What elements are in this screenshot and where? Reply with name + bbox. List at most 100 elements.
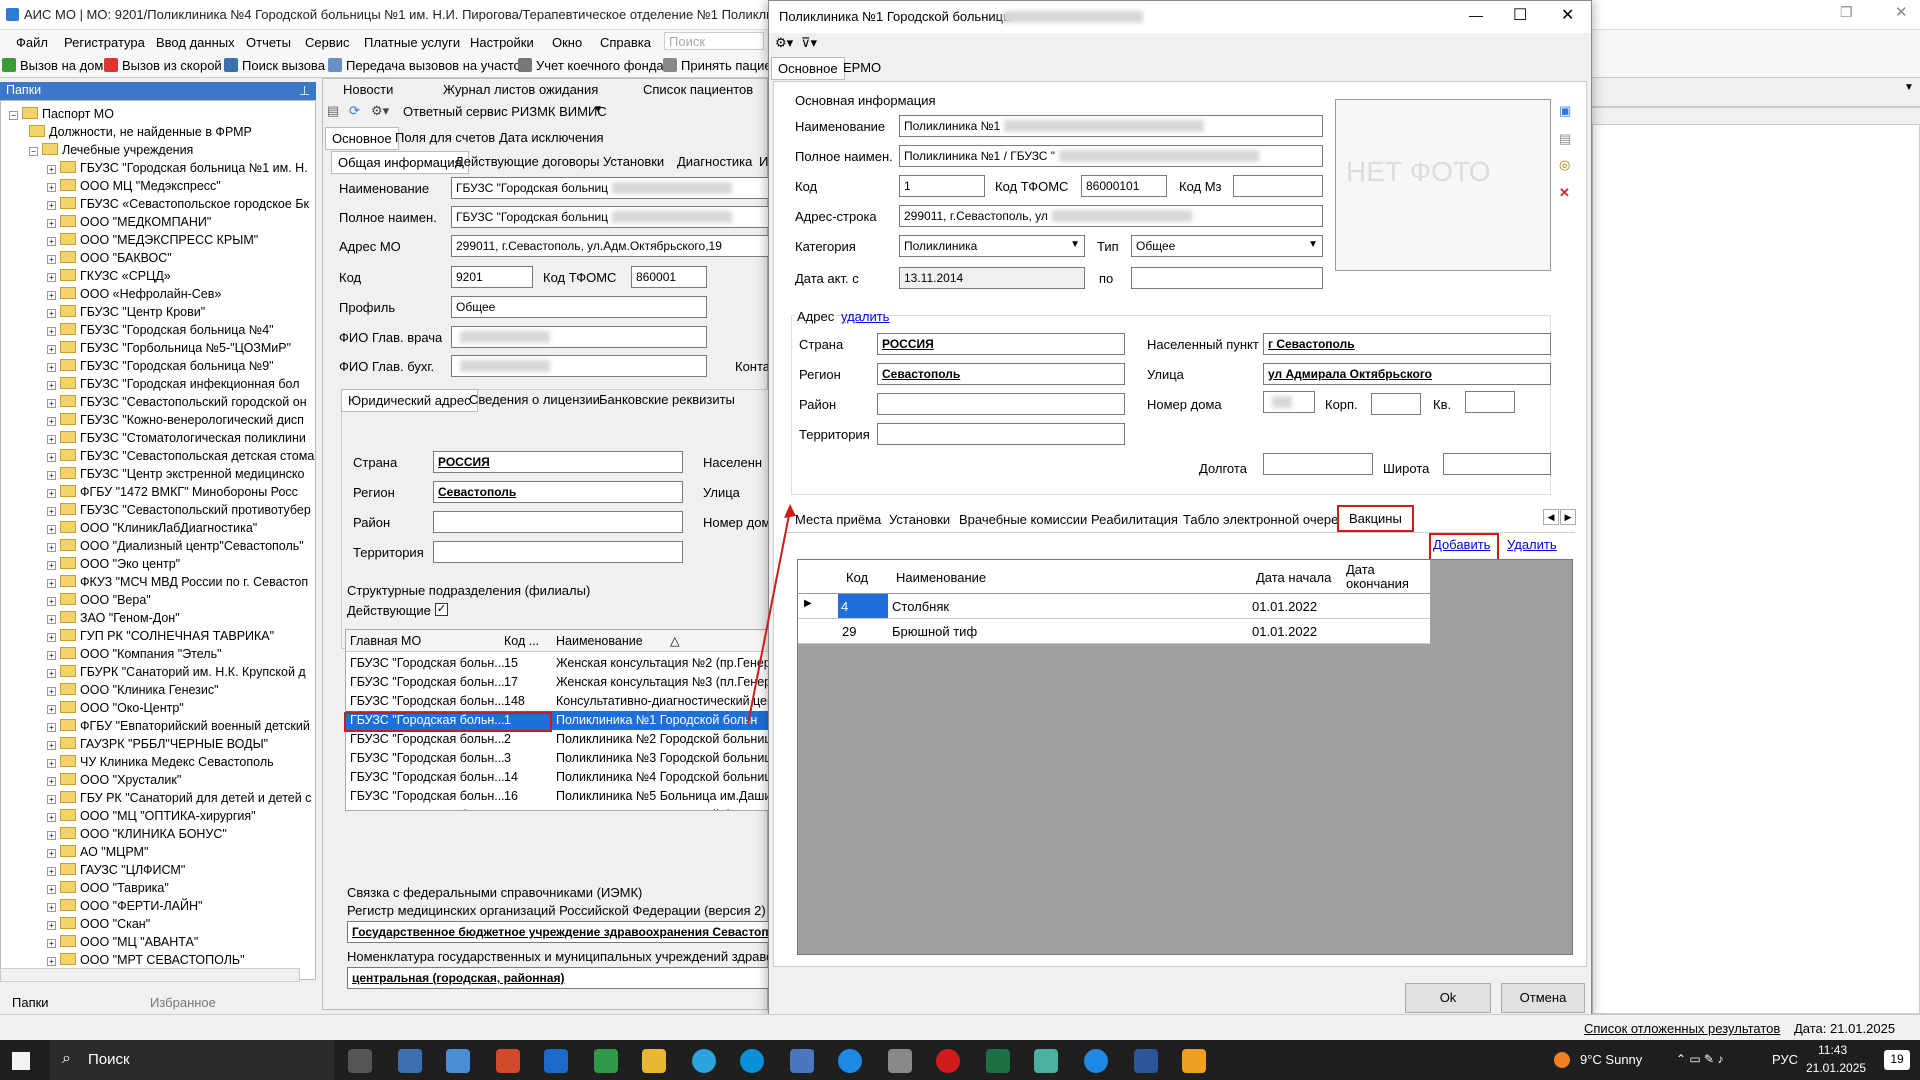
home-call-button[interactable]: Вызов на дом [2,58,103,73]
photo-load-icon[interactable]: ▣ [1559,103,1571,119]
tab-reception-places[interactable]: Места приёма [789,509,887,530]
tab-rehab[interactable]: Реабилитация [1085,509,1184,530]
tab-diagnostics[interactable]: Диагностика [671,151,758,172]
d-territory-field[interactable] [877,423,1125,445]
refresh-icon[interactable]: ⟳ [349,103,360,119]
photo-box[interactable]: НЕТ ФОТО [1335,99,1551,271]
filter-icon[interactable]: ⊽▾ [801,35,817,51]
taskbar-search[interactable]: ⌕ Поиск [50,1040,334,1080]
windows-start-icon[interactable] [12,1052,30,1070]
table-row[interactable]: ГБУЗС "Городская больн... 14 Поликлиника №… [346,768,768,787]
calculator-icon[interactable] [446,1049,470,1073]
tree-org-item[interactable]: + АО "МЦРМ" [47,845,148,859]
notification-badge[interactable]: 19 [1884,1050,1910,1070]
menu-reports[interactable]: Отчеты [246,35,291,50]
active-checkbox[interactable]: ✓ [435,603,448,616]
tab-settings[interactable]: Установки [597,151,670,172]
minimize-icon[interactable]: — [1469,7,1483,23]
save-icon[interactable]: ▤ [327,103,339,119]
tools-icon[interactable]: ⚙▾ [371,103,389,119]
tab-exclusion[interactable]: Дата исключения [493,127,610,148]
d-kodmz-field[interactable] [1233,175,1323,197]
language-indicator[interactable]: РУС [1772,1052,1798,1067]
app-icon[interactable] [790,1049,814,1073]
tree-org-item[interactable]: + ГБУЗС "Стоматологическая поликлини [47,431,306,445]
delete-vaccine-link[interactable]: Удалить [1507,537,1557,552]
tree-org-item[interactable]: + ООО "МРТ СЕВАСТОПОЛЬ" [47,953,245,967]
tree-org-item[interactable]: + ГАУЗС "ЦЛФИСМ" [47,863,185,877]
vaccine-row[interactable]: 29 Брюшной тиф 01.01.2022 [798,619,1430,644]
app-icon[interactable] [1182,1049,1206,1073]
d-name-field[interactable]: Поликлиника №1 [899,115,1323,137]
telegram-icon[interactable] [692,1049,716,1073]
tab-queue-board[interactable]: Табло электронной очереди [1177,509,1359,530]
tree-org-item[interactable]: + ФГБУ "1472 ВМКГ" Минобороны Росс [47,485,298,499]
tab-favorites[interactable]: Избранное [150,995,216,1010]
d-kv-field[interactable] [1465,391,1515,413]
tree-root[interactable]: − Паспорт МО [9,107,114,121]
d-type-select[interactable]: Общее ▼ [1131,235,1323,257]
tree-org-item[interactable]: + ООО «Нефролайн-Сев» [47,287,221,301]
pin-icon[interactable]: ⊥ [299,83,310,98]
dialog-tools-icon[interactable]: ⚙▾ [775,35,793,51]
tree-org-item[interactable]: + ФКУЗ "МСЧ МВД России по г. Севастоп [47,575,308,589]
tree-org-item[interactable]: + ГБУЗС "Севастопольский противотубер [47,503,311,517]
chief-field[interactable] [451,326,707,348]
tree-org-item[interactable]: + ООО "Клиника Генезис" [47,683,219,697]
tree-org-item[interactable]: + ООО "МЦ "АВАНТА" [47,935,198,949]
tree-org-item[interactable]: + ООО "МЕДЭКСПРЕСС КРЫМ" [47,233,258,247]
tree-org-item[interactable]: + ГБУЗС "Севастопольский городской он [47,395,307,409]
menu-registry[interactable]: Регистратура [64,35,145,50]
vaccines-grid[interactable]: Код Наименование Дата начала Дата оконча… [797,559,1573,955]
scroll-left-icon[interactable]: ◀ [1543,509,1559,525]
table-row[interactable]: ГБУЗС "Городская больн...24Поликлиника №… [346,806,768,810]
tree-org-item[interactable]: + ГБУЗС «Севастопольское городское Бк [47,197,309,211]
d-lon-field[interactable] [1263,453,1373,475]
name-field[interactable]: ГБУЗС "Городская больниц [451,177,771,199]
word-icon[interactable] [1134,1049,1158,1073]
d-addr-field[interactable]: 299011, г.Севастополь, ул [899,205,1323,227]
app-icon[interactable] [838,1049,862,1073]
tree-org-item[interactable]: + ООО "МЕДКОМПАНИ" [47,215,211,229]
tab-general[interactable]: Общая информация [331,151,469,174]
tree-org-item[interactable]: + ООО "КлиникЛабДиагностика" [47,521,257,535]
app-icon[interactable] [1084,1049,1108,1073]
tree-org-item[interactable]: + ООО "Око-Центр" [47,701,184,715]
tree-org-item[interactable]: + ООО "Диализный центр"Севастополь" [47,539,304,553]
tree-org-item[interactable]: + ГБУЗС "Севастопольская детская стома [47,449,314,463]
d-district-field[interactable] [877,393,1125,415]
tab-commissions[interactable]: Врачебные комиссии [953,509,1093,530]
d-street-field[interactable]: ул Адмирала Октябрьского [1263,363,1551,385]
tree-org-item[interactable]: + ГУП РК "СОЛНЕЧНАЯ ТАВРИКА" [47,629,274,643]
d-settlement-field[interactable]: г Севастополь [1263,333,1551,355]
bed-fund-button[interactable]: Учет коечного фонда [518,58,664,73]
fullname-field[interactable]: ГБУЗС "Городская больниц [451,206,771,228]
app-icon[interactable] [496,1049,520,1073]
tree-org-item[interactable]: + ГБУЗС "Городская больница №4" [47,323,274,337]
call-search-button[interactable]: Поиск вызова [224,58,325,73]
district-field[interactable] [433,511,683,533]
tray-icons[interactable]: ⌃ ▭ ✎ ♪ [1676,1052,1723,1066]
tree-org-item[interactable]: + ГБУ РК "Санаторий для детей и детей с р [47,791,315,805]
code-field[interactable]: 9201 [451,266,533,288]
tab-waitlist[interactable]: Журнал листов ожидания [437,79,604,100]
table-row[interactable]: ГБУЗС "Городская больн... 17 Женская консу… [346,673,768,692]
tree-org-item[interactable]: + ООО "Компания "Этель" [47,647,222,661]
task-view-icon[interactable] [348,1049,372,1073]
photo-save-icon[interactable]: ▤ [1559,131,1571,147]
menu-window[interactable]: Окно [552,35,582,50]
restore-icon[interactable]: ❐ [1840,4,1853,21]
menu-file[interactable]: Файл [16,35,48,50]
d-region-field[interactable]: Севастополь [877,363,1125,385]
tree-org-item[interactable]: + ГБУЗС "Кожно-венерологический дисп [47,413,304,427]
dialog-tab-ermo[interactable]: ЕРМО [837,57,887,78]
close-icon[interactable]: ✕ [1561,5,1574,25]
app-icon[interactable] [544,1049,568,1073]
cancel-button[interactable]: Отмена [1501,983,1585,1013]
excel-icon[interactable] [986,1049,1010,1073]
d-lat-field[interactable] [1443,453,1551,475]
menu-service[interactable]: Сервис [305,35,350,50]
d-korp-field[interactable] [1371,393,1421,415]
tree-org-item[interactable]: + ЧУ Клиника Медекс Севастополь [47,755,274,769]
accountant-field[interactable] [451,355,707,377]
